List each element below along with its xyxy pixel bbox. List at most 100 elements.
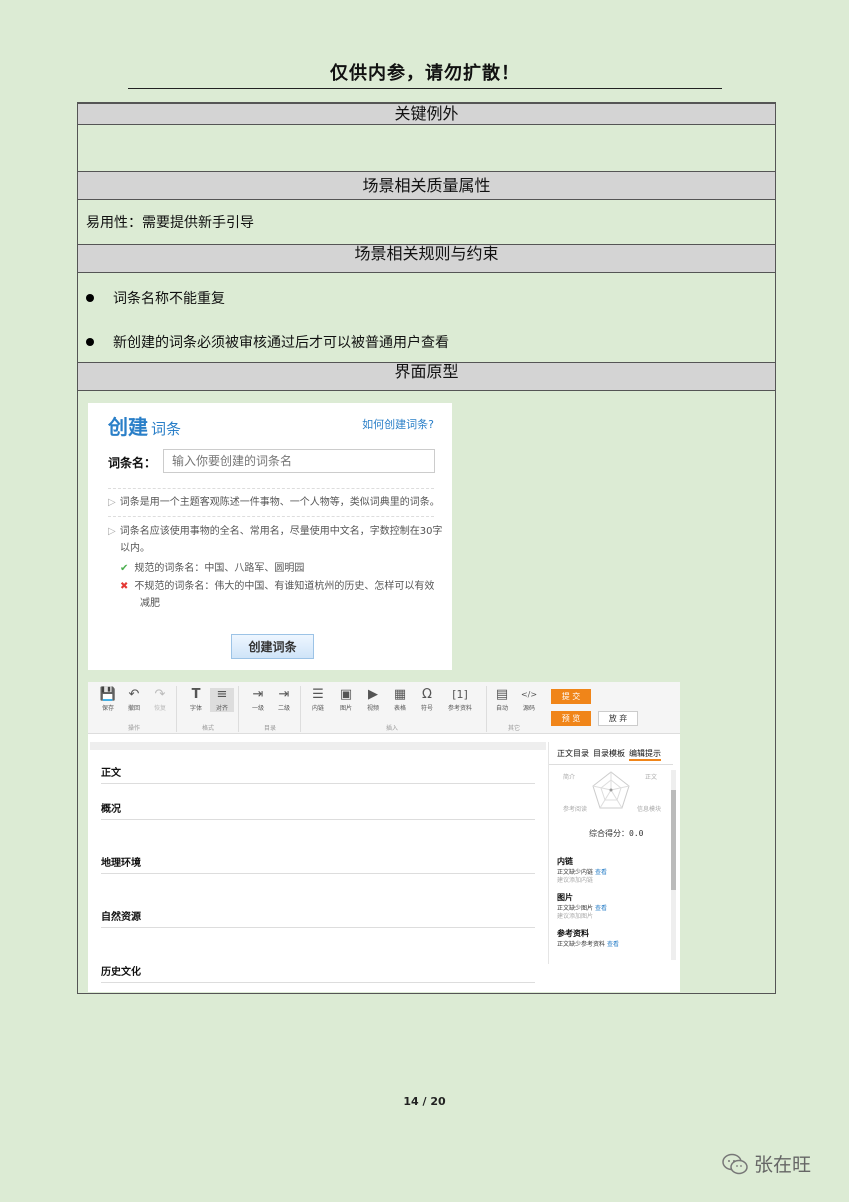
editor-content[interactable]: 正文 概况 地理环境 自然资源 历史文化 <box>90 742 546 992</box>
radar-label: 正文 <box>645 774 658 781</box>
total-score: 综合得分：0.0 <box>589 829 644 838</box>
view-link[interactable]: 查看 <box>595 869 607 876</box>
hint-line: 正文缺少参考资料 查看 <box>557 941 620 948</box>
tip-1: ▷ 词条是用一个主题客观陈述一件事物、一个人物等，类似词典里的词条。 <box>108 497 440 508</box>
video-tool[interactable]: ▶ 视频 <box>361 687 385 713</box>
check-icon: ✔ <box>120 563 129 574</box>
symbol-tool[interactable]: Ω 符号 <box>415 687 439 713</box>
section-body-quality: 易用性：需要提供新手引导 <box>86 215 254 231</box>
discard-button[interactable]: 放 弃 <box>598 711 638 726</box>
reference-icon: [1] <box>452 688 468 701</box>
watermark: 张在旺 <box>722 1150 811 1177</box>
heading1-tool[interactable]: ⇥ 一级 <box>246 687 270 713</box>
page-header-title: 仅供内参，请勿扩散！ <box>128 62 722 89</box>
image-icon: ▣ <box>339 687 353 702</box>
view-link[interactable]: 查看 <box>595 905 607 912</box>
editor-card: 💾 保存 ↶ 撤回 ↷ 恢复 T 字体 ≡ 对齐 ⇥ 一级 ⇥ 二级 ☰ 内链 ▣ 图片 ▶ 视频 … <box>88 682 680 992</box>
tab-template[interactable]: 目录模板 <box>593 748 625 761</box>
rule-item-1: 词条名称不能重复 <box>86 288 225 308</box>
bullet-dot-icon <box>86 294 94 302</box>
scroll-thumb[interactable] <box>671 790 676 890</box>
create-entry-card: 创建词条 如何创建词条? 词条名： ▷词条是用一个主题客观陈述一件事物、一个人物… <box>88 403 452 670</box>
entry-name-input[interactable] <box>163 449 435 473</box>
section-heading[interactable]: 自然资源 <box>101 908 535 928</box>
sidebar-scrollbar[interactable] <box>671 770 676 960</box>
align-tool[interactable]: ≡ 对齐 <box>210 688 234 712</box>
heading2-tool[interactable]: ⇥ 二级 <box>272 687 296 713</box>
hint-title: 内链 <box>557 857 573 866</box>
wechat-icon <box>722 1153 748 1174</box>
image-tool[interactable]: ▣ 图片 <box>334 687 358 713</box>
redo-icon: ↷ <box>154 687 166 702</box>
omega-icon: Ω <box>422 687 432 702</box>
divider <box>108 488 434 489</box>
section-header-rules: 场景相关规则与约束 <box>78 244 775 273</box>
good-example: ✔ 规范的词条名：中国、八路军、圆明园 <box>120 563 305 574</box>
section-heading[interactable]: 地理环境 <box>101 854 535 874</box>
table-icon: ▦ <box>393 687 407 702</box>
submit-button[interactable]: 提 交 <box>551 689 591 704</box>
group-label-insert: 插入 <box>386 725 399 732</box>
triangle-right-icon: ▷ <box>108 526 116 537</box>
section-header-quality: 场景相关质量属性 <box>78 171 775 200</box>
entry-name-label: 词条名： <box>108 456 157 470</box>
group-label-ops: 操作 <box>128 725 141 732</box>
section-body-key-exceptions <box>78 125 775 171</box>
auto-icon: ▤ <box>495 687 509 702</box>
divider <box>108 516 434 517</box>
indent-icon: ⇥ <box>252 687 264 702</box>
table-tool[interactable]: ▦ 表格 <box>388 687 412 713</box>
section-header-prototype: 界面原型 <box>78 362 775 391</box>
auto-tool[interactable]: ▤ 自动 <box>490 687 514 713</box>
section-heading[interactable]: 概况 <box>101 800 535 820</box>
innerlink-tool[interactable]: ☰ 内链 <box>306 687 330 713</box>
how-to-create-link[interactable]: 如何创建词条? <box>362 416 434 432</box>
undo-tool[interactable]: ↶ 撤回 <box>122 687 146 713</box>
create-title: 创建 词条 <box>108 415 182 439</box>
watermark-text: 张在旺 <box>754 1154 812 1176</box>
tab-toc[interactable]: 正文目录 <box>557 748 589 761</box>
redo-tool[interactable]: ↷ 恢复 <box>148 687 172 713</box>
save-icon: 💾 <box>99 687 117 702</box>
preview-button[interactable]: 预 览 <box>551 711 591 726</box>
bad-example: ✖ 不规范的词条名：伟大的中国、有谁知道杭州的历史、怎样可以有效 <box>120 581 435 592</box>
view-link[interactable]: 查看 <box>607 941 619 948</box>
section-heading[interactable]: 历史文化 <box>101 963 535 983</box>
page-number: 14 / 20 <box>403 1095 446 1108</box>
bad-example-cont: 减肥 <box>140 598 160 609</box>
tab-edit-hints[interactable]: 编辑提示 <box>629 748 661 761</box>
tip-2: ▷ 词条名应该使用事物的全名、常用名，尽量使用中文名，字数控制在30字 <box>108 526 443 537</box>
bullet-dot-icon <box>86 338 94 346</box>
save-tool[interactable]: 💾 保存 <box>96 687 120 713</box>
link-icon: ☰ <box>312 687 324 702</box>
radar-label: 信息模块 <box>637 806 662 813</box>
radar-label: 参考阅读 <box>563 806 588 813</box>
reference-tool[interactable]: [1] 参考资料 <box>444 688 476 712</box>
editor-toolbar: 💾 保存 ↶ 撤回 ↷ 恢复 T 字体 ≡ 对齐 ⇥ 一级 ⇥ 二级 ☰ 内链 ▣ 图片 ▶ 视频 … <box>88 682 680 734</box>
sidebar-tabs: 正文目录 目录模板 编辑提示 <box>549 748 673 765</box>
hint-sub: 建议添加图片 <box>557 913 594 920</box>
indent-icon: ⇥ <box>278 687 290 702</box>
section-heading[interactable]: 正文 <box>101 764 535 784</box>
create-entry-button[interactable]: 创建词条 <box>231 634 314 659</box>
triangle-right-icon: ▷ <box>108 497 116 508</box>
video-icon: ▶ <box>368 687 378 702</box>
hint-sub: 建议添加内链 <box>557 877 594 884</box>
align-icon: ≡ <box>216 687 228 702</box>
undo-icon: ↶ <box>128 687 140 702</box>
rule-item-2: 新创建的词条必须被审核通过后才可以被普通用户查看 <box>86 332 449 352</box>
group-label-other: 其它 <box>508 725 521 732</box>
radar-label: 简介 <box>563 774 576 781</box>
section-header-key-exceptions: 关键例外 <box>78 103 775 125</box>
group-label-format: 格式 <box>202 725 215 732</box>
font-tool[interactable]: T 字体 <box>184 687 208 713</box>
radar-chart-icon <box>592 771 630 809</box>
hint-title: 参考资料 <box>557 929 589 938</box>
editor-sidebar: 正文目录 目录模板 编辑提示 简介 正文 参考阅读 信息模块 综合得分：0.0 … <box>548 742 678 964</box>
hint-title: 图片 <box>557 893 573 902</box>
code-icon: </> <box>520 690 538 699</box>
group-label-toc: 目录 <box>264 725 277 732</box>
tip-2-cont: 以内。 <box>120 543 150 554</box>
source-tool[interactable]: </> 源码 <box>517 688 541 712</box>
font-icon: T <box>191 687 201 702</box>
